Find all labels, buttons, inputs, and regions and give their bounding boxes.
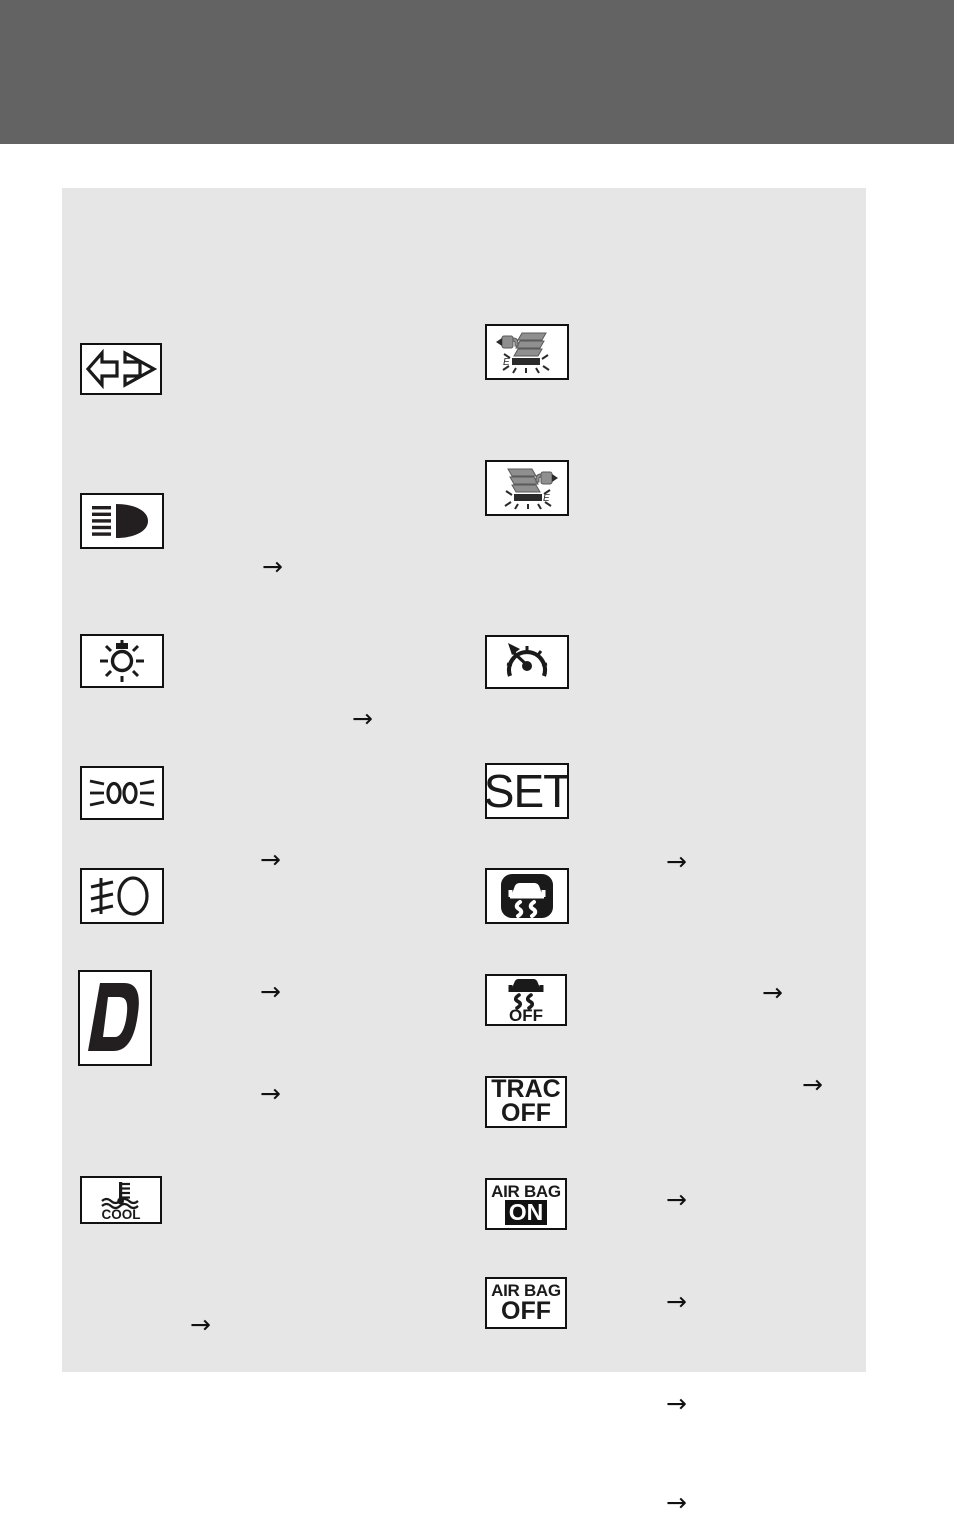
air-bag-off-indicator-box: AIR BAG OFF [485, 1277, 567, 1329]
vsc-off-label: OFF [509, 1006, 543, 1023]
trac-off-indicator-box: TRAC OFF [485, 1076, 567, 1128]
high-beam-indicator-box [80, 493, 164, 549]
passenger-seat-belt-reminder-box: E [485, 460, 569, 516]
passenger-seat-belt-reminder-icon: E [504, 468, 558, 510]
seat-e-label-mirrored: E [543, 493, 550, 504]
slip-indicator-icon [501, 874, 553, 918]
cruise-control-row-arrow: → [666, 847, 687, 876]
slip-indicator-box [485, 868, 569, 924]
coolant-label: COOL [102, 1207, 141, 1221]
trac-off-row-arrow: → [666, 1287, 687, 1316]
cruise-control-indicator-box [485, 635, 569, 689]
air-bag-off-label-line2: OFF [501, 1297, 551, 1325]
front-fog-light-row-arrow: → [260, 1079, 281, 1108]
high-beam-indicator-icon [92, 504, 148, 538]
drive-mode-row-arrow: → [190, 1310, 211, 1339]
headlight-indicator-icon [100, 640, 144, 682]
air-bag-on-label-line2: ON [504, 1200, 548, 1225]
drive-mode-d-indicator-icon [88, 983, 139, 1051]
front-fog-light-indicator-icon [90, 876, 149, 916]
headlight-indicator-box [80, 634, 164, 688]
trac-off-label-line2: OFF [501, 1099, 551, 1127]
headlight-row-arrow: → [260, 845, 281, 874]
turn-signal-row-arrow: → [262, 552, 283, 581]
air-bag-off-row-arrow: → [666, 1488, 687, 1517]
page-header-bar [0, 0, 954, 144]
turn-signal-indicator-icon [85, 349, 157, 389]
low-coolant-temperature-indicator-icon: COOL [101, 1182, 141, 1221]
tail-light-indicator-icon [89, 779, 155, 807]
low-coolant-temperature-indicator-box: COOL [80, 1176, 162, 1224]
cruise-set-row-arrow: → [762, 978, 783, 1007]
front-fog-light-indicator-box [80, 868, 164, 924]
drive-mode-d-indicator-box [78, 970, 152, 1066]
vsc-off-row-arrow: → [666, 1185, 687, 1214]
air-bag-on-indicator-box: AIR BAG ON [485, 1178, 567, 1230]
air-bag-on-label-line1: AIR BAG [491, 1182, 561, 1202]
driver-seat-belt-reminder-box: E [485, 324, 569, 380]
tail-light-row-arrow: → [260, 977, 281, 1006]
set-label: SET [485, 765, 569, 817]
indicator-symbols-panel: → → → → → → COOL E E → SET → → OFF → TRA… [62, 188, 866, 1515]
turn-signal-indicator-box [80, 343, 162, 395]
vsc-off-indicator-box: OFF [485, 974, 567, 1026]
cruise-set-indicator-box: SET [485, 763, 569, 819]
air-bag-on-row-arrow: → [666, 1389, 687, 1418]
cruise-control-indicator-icon [506, 643, 548, 677]
seat-e-label: E [503, 357, 510, 368]
vsc-off-indicator-icon: OFF [508, 979, 544, 1023]
slip-indicator-row-arrow: → [802, 1070, 823, 1099]
driver-seat-belt-reminder-icon: E [496, 332, 550, 374]
tail-light-indicator-box [80, 766, 164, 820]
high-beam-row-arrow: → [352, 704, 373, 733]
